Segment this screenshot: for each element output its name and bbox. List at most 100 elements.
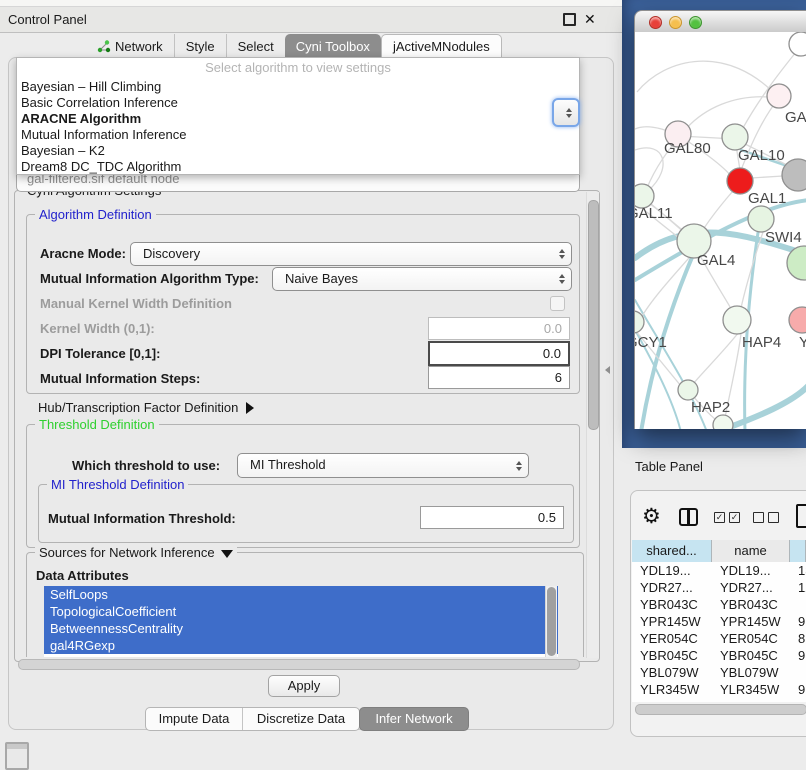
minimize-traffic-light-icon[interactable]: [669, 16, 682, 29]
tab-infer-network[interactable]: Infer Network: [359, 707, 469, 731]
scrollbar-thumb[interactable]: [588, 200, 599, 430]
table-cell: YPR145W: [640, 613, 701, 630]
attribute-list-item[interactable]: SelfLoops: [44, 586, 558, 603]
manual-kernel-checkbox[interactable]: [550, 296, 565, 311]
table-row[interactable]: YER054CYER054C8.: [632, 630, 806, 647]
table-body: YDL19...YDL19...13YDR27...YDR27...12YBR0…: [632, 562, 806, 702]
column-header[interactable]: shared...: [632, 540, 712, 562]
mi-threshold-definition-title: MI Threshold Definition: [47, 477, 188, 492]
sources-title[interactable]: Sources for Network Inference: [35, 545, 237, 560]
attribute-list-item[interactable]: gal4RGexp: [44, 637, 558, 654]
mi-threshold-field[interactable]: 0.5: [420, 506, 564, 529]
table-cell: 12: [798, 579, 806, 596]
tab-select[interactable]: Select: [226, 34, 285, 58]
apply-button[interactable]: Apply: [268, 675, 340, 697]
dropdown-item[interactable]: Bayesian – K2: [21, 143, 575, 159]
algorithm-combo-stepper[interactable]: [552, 98, 580, 127]
table-cell: YPR145W: [720, 613, 781, 630]
aracne-mode-combo[interactable]: Discovery: [130, 242, 572, 266]
network-window-titlebar[interactable]: [634, 10, 806, 34]
network-view-window: GALGAL80GAL10GAL1GAL11SWI4GAL4GCY1HAP4YH…: [634, 10, 806, 429]
tab-jactivemnodules[interactable]: jActiveMNodules: [381, 34, 502, 58]
tab-impute-data[interactable]: Impute Data: [146, 708, 243, 730]
table-header[interactable]: shared...name: [632, 540, 806, 563]
column-header[interactable]: [790, 540, 806, 562]
node-label: GAL4: [697, 252, 735, 269]
tab-network[interactable]: Network: [86, 34, 174, 58]
tab-cyni-toolbox[interactable]: Cyni Toolbox: [285, 34, 381, 58]
dropdown-item[interactable]: ARACNE Algorithm: [21, 111, 575, 127]
tab-style[interactable]: Style: [174, 34, 226, 58]
algorithm-dropdown-popup: Select algorithm to view settings Bayesi…: [16, 57, 580, 175]
table-cell: YDL19...: [640, 562, 691, 579]
mi-type-combo[interactable]: Naive Bayes: [272, 267, 572, 291]
scrollbar-thumb[interactable]: [18, 659, 580, 670]
close-icon[interactable]: ✕: [584, 7, 596, 32]
node-label: GAL: [785, 109, 806, 126]
attributes-list-scrollbar[interactable]: [545, 586, 557, 657]
dropdown-item[interactable]: Basic Correlation Inference: [21, 95, 575, 111]
minimized-panel-icon[interactable]: [5, 742, 29, 770]
table-cell: YLR345W: [720, 681, 779, 698]
table-row[interactable]: YLR345WYLR345W9.: [632, 681, 806, 698]
attribute-list-item[interactable]: BetweennessCentrality: [44, 620, 558, 637]
stepper-arrows-icon: [557, 268, 566, 290]
settings-horizontal-scrollbar[interactable]: [16, 659, 582, 669]
network-canvas[interactable]: GALGAL80GAL10GAL1GAL11SWI4GAL4GCY1HAP4YH…: [634, 32, 806, 429]
checked-checkbox-icon[interactable]: ✓: [729, 512, 740, 523]
table-cell: YIL052C: [720, 698, 771, 702]
unchecked-checkbox-icon[interactable]: [768, 512, 779, 523]
close-traffic-light-icon[interactable]: [649, 16, 662, 29]
control-panel-tabs: Network Style Select Cyni Toolbox jActiv…: [86, 34, 502, 58]
table-row[interactable]: YBR043CYBR043C: [632, 596, 806, 613]
network-node-hap2[interactable]: [678, 380, 698, 400]
stepper-arrows-icon: [564, 100, 573, 125]
network-node-y[interactable]: [789, 307, 806, 333]
table-row[interactable]: YPR145WYPR145W9.: [632, 613, 806, 630]
tab-discretize-data-label: Discretize Data: [257, 711, 345, 726]
which-threshold-combo[interactable]: MI Threshold: [237, 453, 529, 478]
hub-definition-expander[interactable]: Hub/Transcription Factor Definition: [38, 400, 254, 415]
table-cell: YDR27...: [720, 579, 773, 596]
kernel-width-field[interactable]: 0.0: [428, 317, 570, 340]
settings-vertical-scrollbar[interactable]: [586, 192, 599, 658]
dpi-tolerance-field[interactable]: 0.0: [428, 341, 570, 366]
table-cell: YDR27...: [640, 579, 693, 596]
algorithm-definition-title: Algorithm Definition: [35, 207, 156, 222]
table-cell: YBR043C: [720, 596, 778, 613]
table-horizontal-scrollbar[interactable]: [632, 703, 806, 715]
manual-kernel-label: Manual Kernel Width Definition: [40, 296, 232, 311]
network-node-gal[interactable]: [767, 84, 791, 108]
bottom-tab-group: Impute Data Discretize Data: [145, 707, 360, 731]
table-row[interactable]: YDL19...YDL19...13: [632, 562, 806, 579]
table-row[interactable]: YIL052CYIL052C9.: [632, 698, 806, 702]
zoom-traffic-light-icon[interactable]: [689, 16, 702, 29]
unchecked-checkbox-icon[interactable]: [753, 512, 764, 523]
tab-discretize-data[interactable]: Discretize Data: [243, 708, 359, 730]
page-icon[interactable]: [796, 504, 806, 528]
mi-steps-value: 6: [555, 367, 562, 388]
panel-divider-arrow[interactable]: [605, 366, 610, 374]
kernel-width-value: 0.0: [544, 318, 562, 339]
table-row[interactable]: YBR045CYBR045C9.: [632, 647, 806, 664]
table-row[interactable]: YBL079WYBL079W: [632, 664, 806, 681]
dropdown-item[interactable]: Mutual Information Inference: [21, 127, 575, 143]
expand-right-icon: [246, 402, 254, 414]
network-node[interactable]: [789, 32, 806, 56]
split-columns-icon[interactable]: [679, 508, 698, 526]
dropdown-item[interactable]: Dream8 DC_TDC Algorithm: [21, 159, 575, 175]
dpi-tolerance-label: DPI Tolerance [0,1]:: [40, 346, 160, 361]
scrollbar-thumb[interactable]: [635, 704, 806, 715]
gear-icon[interactable]: ⚙: [642, 504, 661, 529]
table-row[interactable]: YDR27... YDR27... 12: [632, 579, 806, 596]
data-attributes-list[interactable]: SelfLoopsTopologicalCoefficientBetweenne…: [44, 586, 558, 657]
dropdown-item[interactable]: Bayesian – Hill Climbing: [21, 79, 575, 95]
attribute-list-item[interactable]: TopologicalCoefficient: [44, 603, 558, 620]
checked-checkbox-icon[interactable]: ✓: [714, 512, 725, 523]
node-label: Y: [799, 334, 806, 351]
column-header[interactable]: name: [712, 540, 790, 562]
network-node-hap4[interactable]: [723, 306, 751, 334]
mi-steps-field[interactable]: 6: [428, 366, 570, 389]
network-node[interactable]: [713, 415, 733, 429]
float-window-icon[interactable]: [563, 13, 576, 26]
